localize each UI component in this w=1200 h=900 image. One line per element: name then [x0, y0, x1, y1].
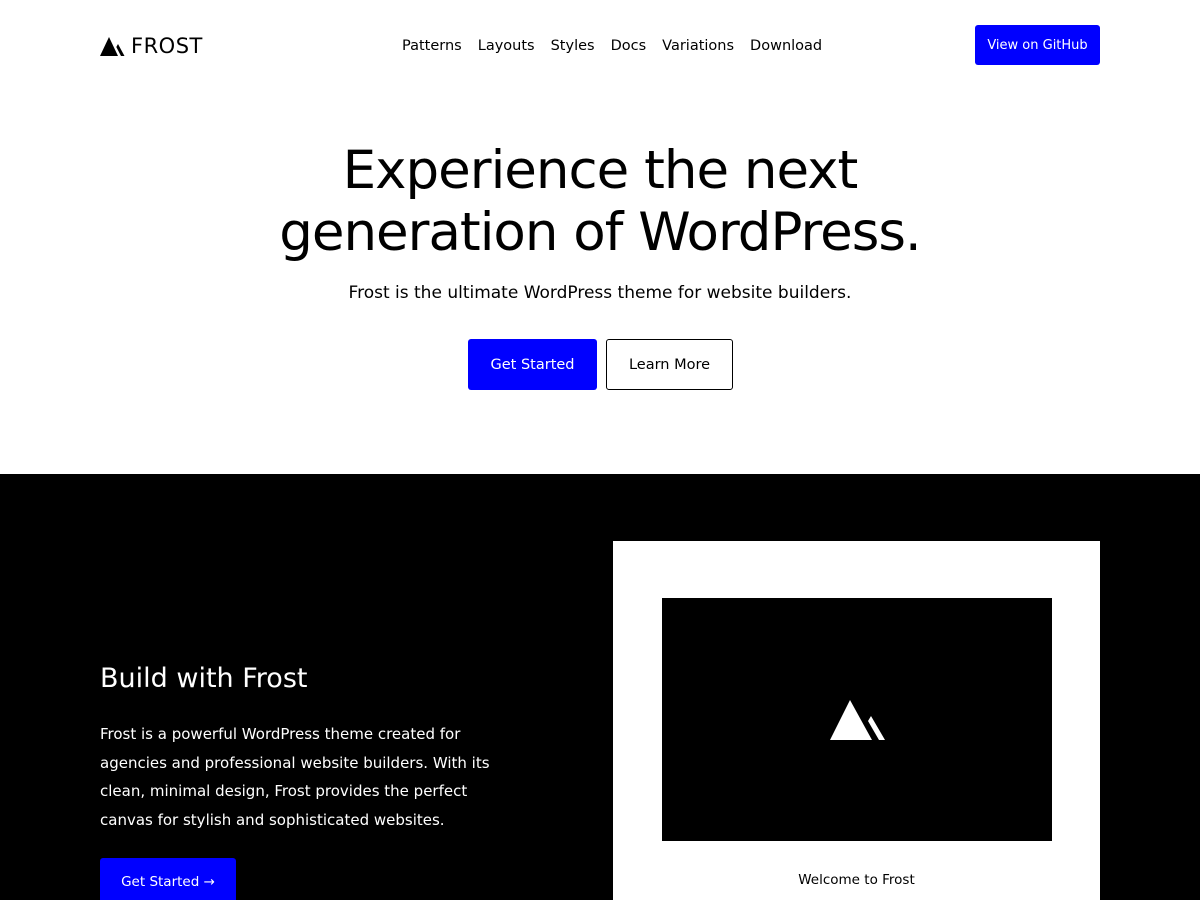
- get-started-button[interactable]: Get Started: [468, 339, 597, 390]
- logo-text: FROST: [131, 34, 203, 58]
- build-title: Build with Frost: [100, 663, 308, 694]
- preview-card: Welcome to Frost: [613, 541, 1100, 900]
- nav-item-patterns[interactable]: Patterns: [402, 36, 462, 56]
- hero-title-line-2: generation of WordPress.: [279, 202, 922, 263]
- main-nav: Patterns Layouts Styles Docs Variations …: [402, 36, 822, 56]
- nav-item-layouts[interactable]: Layouts: [478, 36, 535, 56]
- nav-item-variations[interactable]: Variations: [662, 36, 734, 56]
- build-section: Build with Frost Frost is a powerful Wor…: [0, 474, 1200, 900]
- view-on-github-button[interactable]: View on GitHub: [975, 25, 1100, 65]
- learn-more-button[interactable]: Learn More: [606, 339, 733, 390]
- preview-caption: Welcome to Frost: [798, 872, 915, 888]
- hero-title: Experience the next generation of WordPr…: [0, 140, 1200, 264]
- preview-image: [662, 598, 1052, 841]
- hero-subtitle: Frost is the ultimate WordPress theme fo…: [348, 283, 852, 303]
- build-description: Frost is a powerful WordPress theme crea…: [100, 725, 490, 830]
- hero-section: Experience the next generation of WordPr…: [0, 140, 1200, 390]
- nav-item-download[interactable]: Download: [750, 36, 822, 56]
- hero-title-line-1: Experience the next: [342, 140, 859, 201]
- hero-buttons: Get Started Learn More: [468, 339, 733, 390]
- frost-mountain-icon: [830, 700, 885, 740]
- nav-item-styles[interactable]: Styles: [551, 36, 595, 56]
- build-get-started-button[interactable]: Get Started →: [100, 858, 236, 900]
- site-logo[interactable]: FROST: [100, 35, 203, 57]
- nav-item-docs[interactable]: Docs: [611, 36, 647, 56]
- site-header: FROST Patterns Layouts Styles Docs Varia…: [0, 0, 1200, 92]
- frost-mountain-icon: [100, 36, 125, 56]
